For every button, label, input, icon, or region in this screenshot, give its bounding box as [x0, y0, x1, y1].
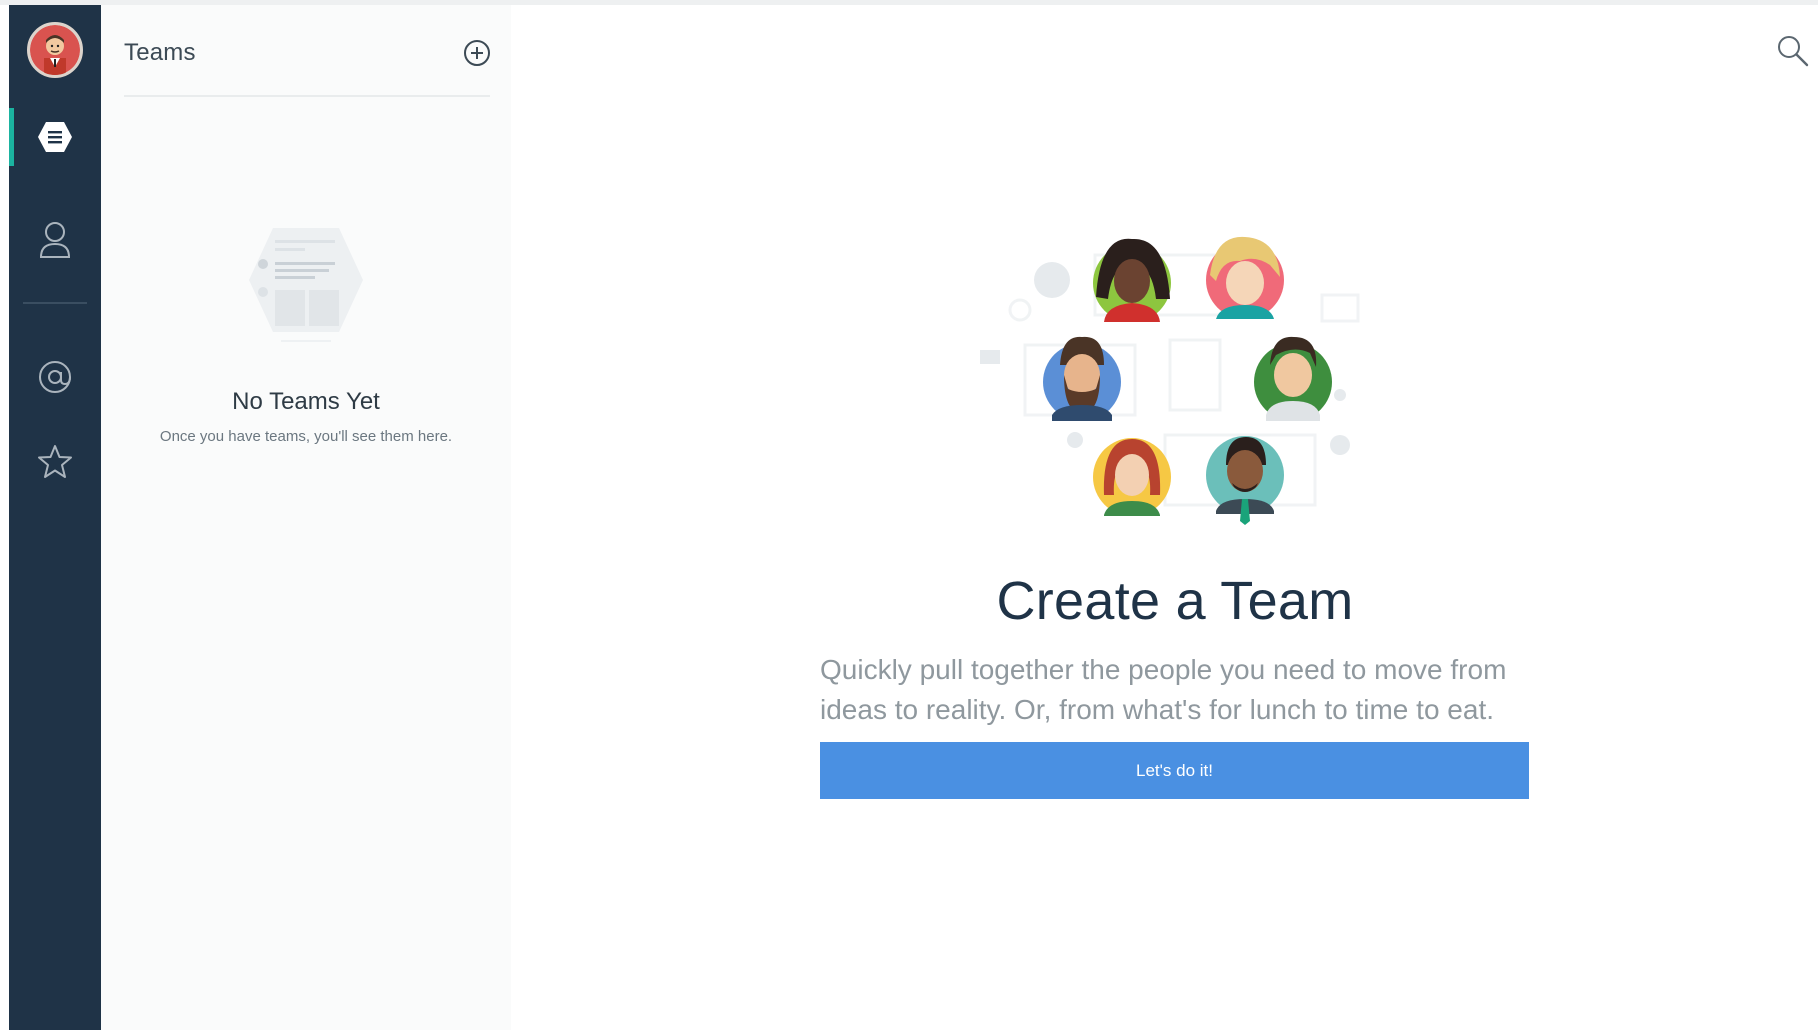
- create-team-button[interactable]: Let's do it!: [820, 742, 1529, 799]
- search-icon: [1778, 36, 1809, 67]
- nav-people[interactable]: [9, 211, 101, 269]
- nav-mentions[interactable]: [9, 348, 101, 406]
- team-illustration: [970, 225, 1380, 535]
- user-avatar[interactable]: [27, 22, 83, 78]
- star-icon: [38, 445, 72, 478]
- teams-panel: Teams No Teams Yet Once you have teams, …: [101, 5, 511, 1030]
- user-avatar-icon: [30, 25, 80, 75]
- empty-state-illustration: [241, 220, 371, 360]
- nav-divider: [23, 302, 87, 304]
- empty-teams-icon: [249, 228, 363, 342]
- left-nav-rail: [9, 5, 101, 1030]
- team-members-illustration: [980, 236, 1360, 525]
- create-team-title: Create a Team: [996, 571, 1354, 631]
- empty-state-title: No Teams Yet: [232, 388, 380, 415]
- search-button[interactable]: [1776, 34, 1810, 68]
- panel-title: Teams: [124, 39, 196, 66]
- plus-circle-icon: [464, 40, 490, 66]
- empty-state-subtitle: Once you have teams, you'll see them her…: [159, 428, 453, 445]
- at-sign-icon: [39, 361, 71, 393]
- person-icon: [39, 222, 71, 258]
- add-team-button[interactable]: [461, 37, 493, 69]
- window-edge: [0, 5, 9, 1030]
- nav-favorites[interactable]: [9, 433, 101, 491]
- panel-divider: [124, 95, 490, 97]
- create-team-description: Quickly pull together the people you nee…: [820, 654, 1507, 725]
- nav-teams[interactable]: [9, 108, 101, 166]
- teams-icon: [38, 122, 72, 152]
